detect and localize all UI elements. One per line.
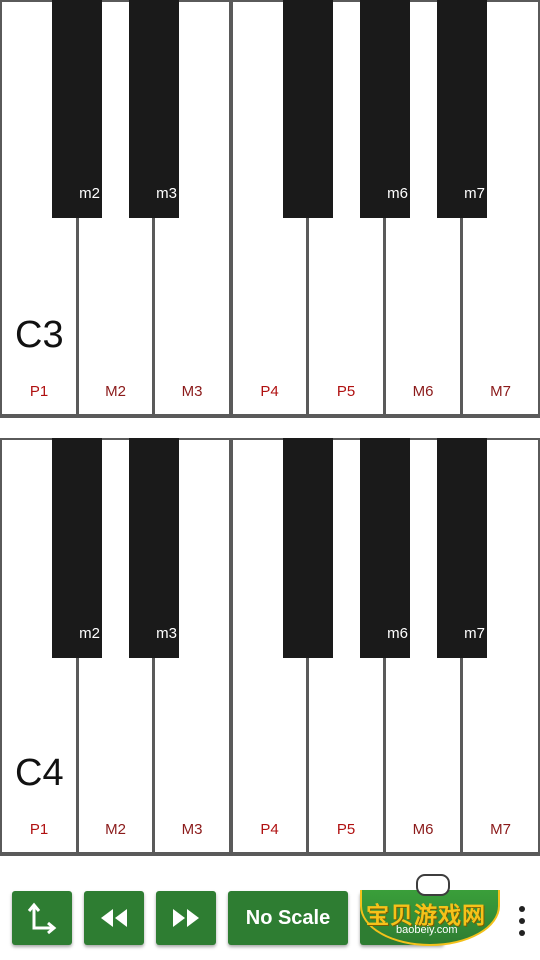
black-key-m3[interactable]: m3 <box>129 438 179 658</box>
watermark-logo: 宝贝游戏网 baobeiy.com <box>360 874 510 946</box>
gamepad-icon <box>416 874 450 896</box>
interval-label: M3 <box>181 383 203 400</box>
interval-label: M7 <box>490 383 511 400</box>
interval-label: M6 <box>412 821 434 838</box>
interval-label: M7 <box>490 821 511 838</box>
watermark-url: baobeiy.com <box>396 924 458 936</box>
interval-label: m7 <box>464 625 485 642</box>
octave-c3: C3 P1 M2 M3 P4 P5 M6 M7 m2 m3 m6 m7 <box>0 0 540 418</box>
black-key-m6[interactable]: m6 <box>360 0 410 218</box>
black-key-m2[interactable]: m2 <box>52 438 102 658</box>
scale-button[interactable]: No Scale <box>228 891 348 945</box>
interval-label: m7 <box>464 185 485 202</box>
interval-label: P5 <box>336 821 356 838</box>
interval-label: m6 <box>387 185 408 202</box>
interval-label: P4 <box>260 383 279 400</box>
octave-label: C3 <box>15 314 64 356</box>
interval-label: P1 <box>29 383 49 400</box>
interval-label: m6 <box>387 625 408 642</box>
interval-label: P5 <box>336 383 356 400</box>
interval-label: m2 <box>79 625 100 642</box>
black-key-tritone[interactable] <box>283 0 333 218</box>
black-key-m3[interactable]: m3 <box>129 0 179 218</box>
rewind-button[interactable] <box>84 891 144 945</box>
interval-label: m3 <box>156 625 177 642</box>
fast-forward-button[interactable] <box>156 891 216 945</box>
interval-label: m3 <box>156 185 177 202</box>
axis-icon <box>27 902 57 935</box>
interval-label: M2 <box>105 821 126 838</box>
octave-c4: C4 P1 M2 M3 P4 P5 M6 M7 m2 m3 m6 m7 <box>0 438 540 856</box>
black-key-tritone[interactable] <box>283 438 333 658</box>
black-key-m7[interactable]: m7 <box>437 0 487 218</box>
black-key-m2[interactable]: m2 <box>52 0 102 218</box>
interval-label: M2 <box>105 383 126 400</box>
octave-label: C4 <box>15 752 64 794</box>
more-vert-icon[interactable] <box>518 906 526 936</box>
axis-button[interactable] <box>12 891 72 945</box>
interval-label: P1 <box>29 821 49 838</box>
black-key-m7[interactable]: m7 <box>437 438 487 658</box>
rewind-icon <box>101 909 127 927</box>
fast-forward-icon <box>173 909 199 927</box>
interval-label: P4 <box>260 821 279 838</box>
interval-label: m2 <box>79 185 100 202</box>
black-key-m6[interactable]: m6 <box>360 438 410 658</box>
interval-label: M3 <box>181 821 203 838</box>
interval-label: M6 <box>412 383 434 400</box>
